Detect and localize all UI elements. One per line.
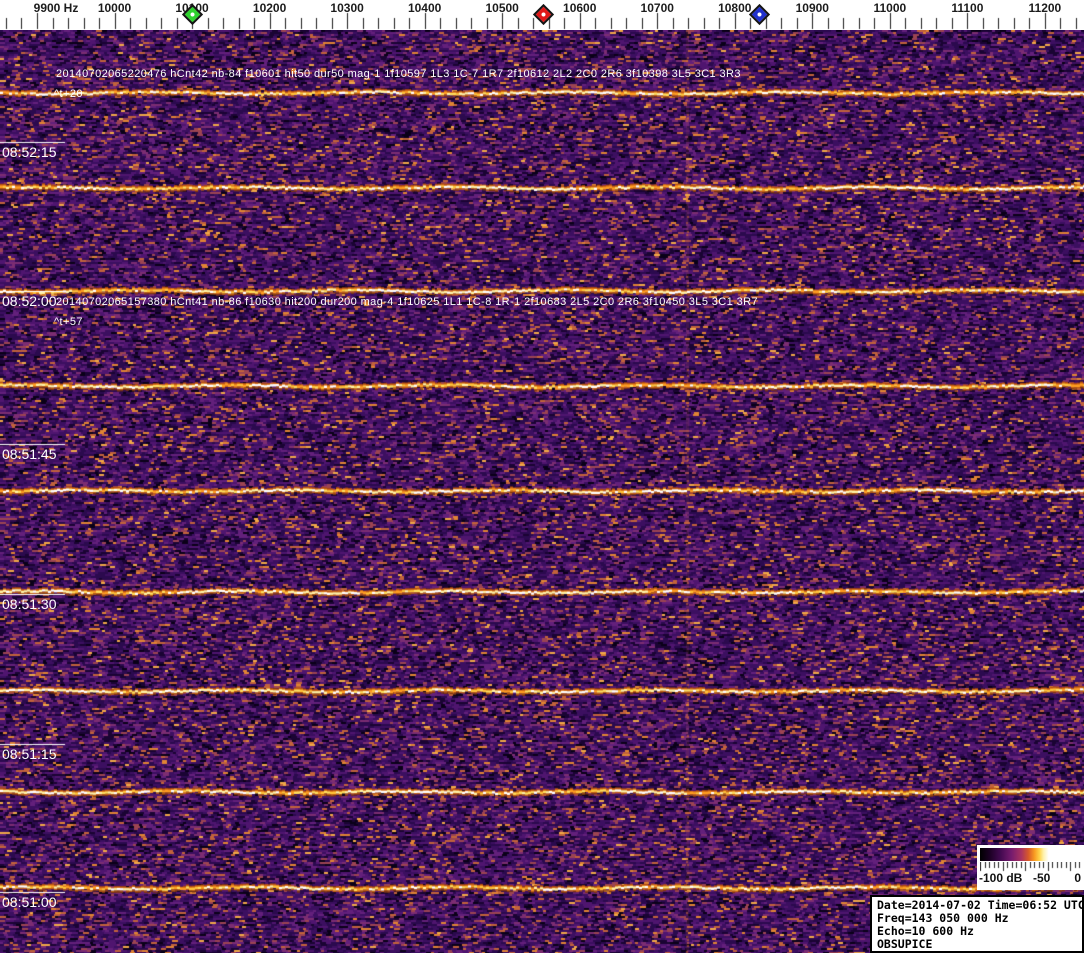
ruler-label: 10900 (795, 1, 829, 15)
ruler-label: 10700 (640, 1, 674, 15)
ruler-label: 10300 (330, 1, 364, 15)
ruler-label: 10000 (97, 1, 132, 15)
ruler-label: 10800 (718, 1, 752, 15)
colorbar-gradient (980, 848, 1081, 861)
time-offset-annotation: ^t+20 (54, 88, 83, 100)
ruler-label: 11000 (873, 1, 907, 15)
time-offset-annotation: ^t+57 (54, 316, 83, 328)
colorbar-label-max: 0 (1074, 871, 1081, 885)
ruler-label: 9900 Hz (33, 1, 79, 15)
info-box: Date=2014-07-02 Time=06:52 UTC Freq=143 … (870, 895, 1084, 953)
colorbar-label-mid: -50 (1033, 871, 1051, 885)
ruler-label: 10400 (407, 1, 442, 15)
detection-annotation: 20140702065157380 hCnt41 nb-86 f10630 hi… (56, 296, 759, 308)
ruler-label: 10600 (563, 1, 597, 15)
time-label: 08:51:30 (2, 596, 57, 612)
detection-annotation: 20140702065220476 hCnt42 nb-84 f10601 hi… (56, 68, 741, 80)
colorbar-label-min: -100 dB (979, 871, 1023, 885)
ruler-label: 10200 (252, 1, 287, 15)
info-frequency: Freq=143 050 000 Hz (877, 912, 1009, 925)
info-echo: Echo=10 600 Hz (877, 925, 974, 938)
waterfall-canvas (0, 30, 1084, 953)
waterfall-display[interactable]: 08:52:15 08:52:00 08:51:45 08:51:30 08:51:15… (0, 30, 1084, 953)
ruler-label: 11100 (951, 1, 984, 15)
time-label: 08:51:15 (2, 746, 57, 762)
colorbar-panel: -100 dB -50 0 (977, 845, 1084, 890)
time-label: 08:52:15 (2, 144, 57, 160)
time-label: 08:52:00 (2, 293, 57, 309)
ruler-label: 10500 (485, 1, 519, 15)
spectrum-display-window: 9900 Hz100001010010200103001040010500106… (0, 0, 1084, 953)
info-date-time: Date=2014-07-02 Time=06:52 UTC (877, 899, 1082, 912)
ruler-label: 11200 (1028, 1, 1062, 15)
time-label: 08:51:45 (2, 446, 57, 462)
info-station: OBSUPICE (877, 938, 933, 951)
frequency-ruler[interactable]: 9900 Hz100001010010200103001040010500106… (0, 0, 1084, 30)
time-label: 08:51:00 (2, 894, 57, 910)
